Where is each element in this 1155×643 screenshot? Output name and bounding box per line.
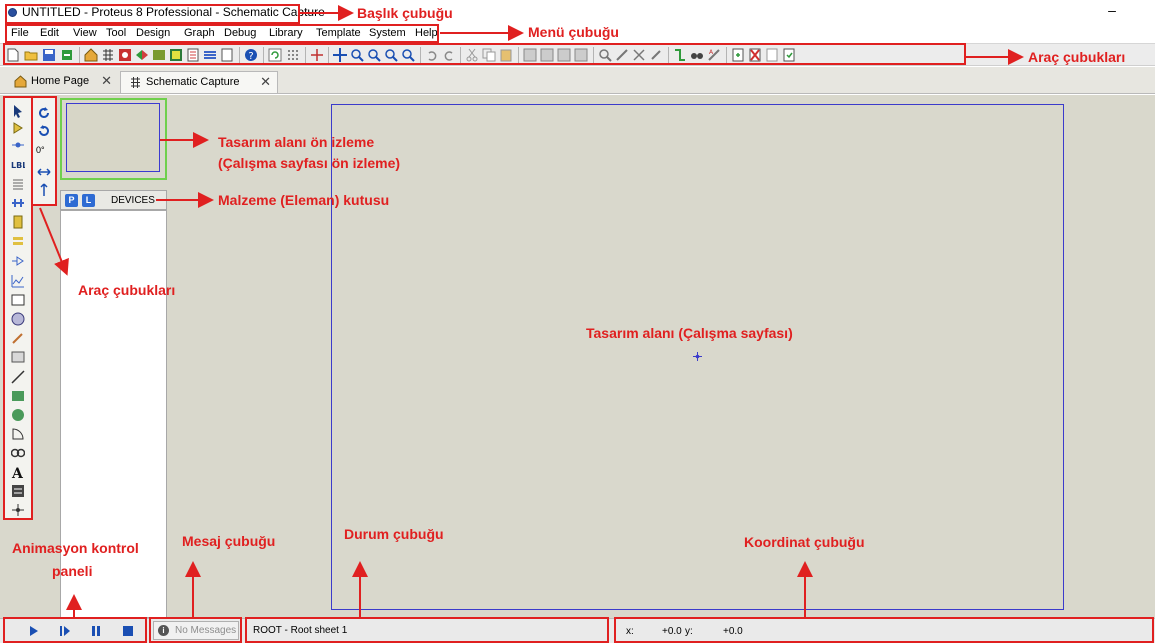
annotation-box-status-bar [245,617,609,643]
origin-marker-icon [693,352,702,361]
tab-schematic-capture[interactable]: Schematic Capture ✕ [120,71,278,93]
devices-list[interactable] [60,210,167,618]
annotation-label-device-box: Malzeme (Eleman) kutusu [218,192,390,208]
tab-bar: Home Page ✕ Schematic Capture ✕ [0,67,1155,94]
minimize-button[interactable]: – [1103,2,1121,18]
library-manager-button[interactable]: L [82,194,95,207]
close-icon[interactable]: ✕ [260,72,271,92]
annotation-box-toolbar [3,43,966,65]
annotation-box-mode-toolbar [3,96,33,520]
devices-header: P L DEVICES [60,190,167,210]
annotation-label-title-bar: Başlık çubuğu [357,5,453,21]
annotation-label-animation-line2: paneli [52,563,93,579]
tab-label: Schematic Capture [146,76,240,88]
annotation-box-rotation-toolbar [31,96,57,206]
annotation-box-menu-bar [5,24,439,43]
home-icon [14,75,27,88]
tab-home-page[interactable]: Home Page ✕ [6,71,118,93]
annotation-label-design-area: Tasarım alanı (Çalışma sayfası) [586,325,793,341]
annotation-label-coordinate-bar: Koordinat çubuğu [744,534,865,550]
annotation-label-animation-line1: Animasyon kontrol [12,540,139,556]
annotation-box-title-bar [5,4,300,24]
annotation-label-toolbars-top: Araç çubukları [1028,49,1126,65]
annotation-label-preview-line2: (Çalışma sayfası ön izleme) [218,155,401,171]
annotation-box-animation-panel [3,617,147,643]
annotation-label-menu-bar: Menü çubuğu [528,24,619,40]
annotation-label-preview-line1: Tasarım alanı ön izleme [218,134,375,150]
annotation-label-status-bar: Durum çubuğu [344,526,444,542]
preview-sheet-outline [66,103,160,172]
pick-devices-button[interactable]: P [65,194,78,207]
overview-preview-window[interactable] [60,98,167,180]
tab-label: Home Page [31,75,90,87]
annotation-label-message-bar: Mesaj çubuğu [182,533,276,549]
annotation-label-toolbars-left: Araç çubukları [78,282,176,298]
annotation-box-coordinate-bar [614,617,1154,643]
devices-title: DEVICES [111,195,155,206]
annotation-box-message-bar [149,617,242,643]
close-icon[interactable]: ✕ [101,71,112,91]
schematic-icon [131,77,140,88]
